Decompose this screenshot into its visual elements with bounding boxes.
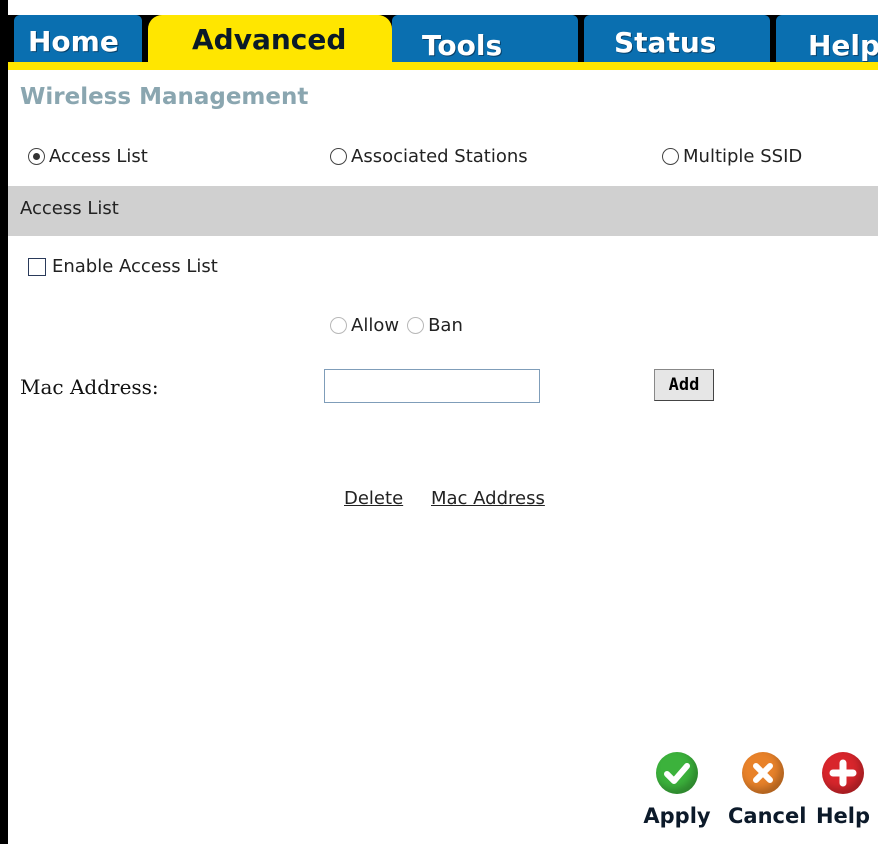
radio-button[interactable] [330,148,347,165]
cancel-label: Cancel [728,804,807,828]
column-header-delete[interactable]: Delete [344,488,403,509]
apply-button[interactable]: Apply [642,752,712,828]
radio-button-checked[interactable] [28,148,45,165]
ban-label: Ban [428,315,463,336]
tab-status[interactable]: Status [584,15,770,62]
add-button[interactable]: Add [654,369,714,401]
apply-label: Apply [643,804,711,828]
section-title: Access List [20,198,119,219]
radio-label-access-list: Access List [49,146,148,167]
column-header-mac-address[interactable]: Mac Address [431,488,545,509]
x-icon [742,752,784,794]
radio-label-associated-stations: Associated Stations [351,146,528,167]
tab-underline [8,62,878,70]
radio-access-list[interactable]: Access List [28,146,148,167]
radio-associated-stations[interactable]: Associated Stations [330,146,528,167]
cancel-button[interactable]: Cancel [728,752,807,828]
radio-multiple-ssid[interactable]: Multiple SSID [662,146,802,167]
allow-label: Allow [351,315,400,336]
help-label: Help [815,804,871,828]
radio-allow[interactable] [330,317,347,334]
radio-label-multiple-ssid: Multiple SSID [683,146,803,167]
mac-address-input[interactable] [324,369,540,403]
radio-button[interactable] [662,148,679,165]
radio-ban[interactable] [407,317,425,334]
enable-access-list-checkbox[interactable] [28,257,46,276]
tab-help[interactable]: Help [776,15,878,62]
enable-access-list[interactable]: Enable Access List [28,256,218,277]
tab-tools[interactable]: Tools [392,15,578,62]
policy-radio-group: Allow Ban [330,315,463,336]
check-icon [656,752,698,794]
help-button[interactable]: Help [808,752,878,828]
plus-icon [822,752,864,794]
tab-home[interactable]: Home [14,15,142,62]
mac-address-label: Mac Address: [20,375,159,399]
tab-bar: Home Advanced Tools Status Help [8,15,878,62]
tab-advanced[interactable]: Advanced [148,15,392,62]
enable-access-list-label: Enable Access List [52,256,218,277]
left-border [0,0,8,844]
page-title: Wireless Management [20,84,309,110]
section-header-bar [8,186,878,236]
